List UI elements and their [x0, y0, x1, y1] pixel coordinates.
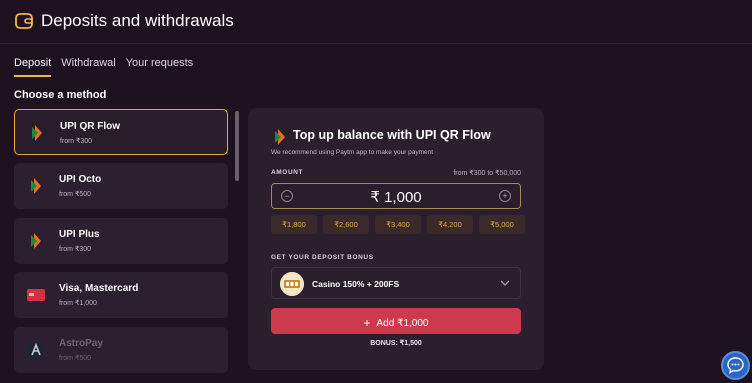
method-list-scrollbar[interactable]: [235, 111, 239, 181]
amount-value[interactable]: ₹ 1,000: [272, 188, 520, 206]
add-button-label: Add ₹1,000: [376, 318, 429, 329]
method-min: from ₹300: [60, 138, 93, 145]
upi-icon: [32, 125, 42, 141]
wallet-icon: [15, 13, 33, 29]
card-icon: [27, 289, 45, 301]
amount-range: from ₹300 to ₹50,000: [453, 170, 521, 177]
method-name: Visa, Mastercard: [59, 283, 139, 294]
chevron-down-icon: [500, 280, 510, 286]
bonus-label: GET YOUR DEPOSIT BONUS: [271, 254, 374, 261]
method-min: from ₹500: [59, 355, 92, 362]
tabs: Deposit Withdrawal Your requests: [14, 57, 193, 77]
bonus-select[interactable]: Casino 150% + 200FS: [271, 267, 521, 299]
method-name: UPI Plus: [59, 229, 100, 240]
page-header: Deposits and withdrawals: [0, 0, 752, 44]
tab-deposit[interactable]: Deposit: [14, 57, 52, 77]
add-funds-button[interactable]: + Add ₹1,000: [271, 308, 521, 334]
chat-icon: [727, 357, 744, 374]
method-min: from ₹500: [59, 191, 92, 198]
panel-title: Top up balance with UPI QR Flow: [293, 128, 491, 142]
panel-subtitle: We recommend using Paytm app to make you…: [271, 149, 434, 156]
preset-amount-button[interactable]: ₹4,200: [427, 215, 473, 234]
plus-icon: +: [363, 316, 371, 330]
astropay-icon: [28, 342, 44, 358]
page-title: Deposits and withdrawals: [41, 11, 234, 30]
preset-amount-button[interactable]: ₹1,800: [271, 215, 317, 234]
preset-amount-button[interactable]: ₹2,600: [323, 215, 369, 234]
amount-presets: ₹1,800 ₹2,600 ₹3,400 ₹4,200 ₹5,000: [271, 215, 525, 234]
upi-icon: [275, 129, 285, 145]
amount-label: AMOUNT: [271, 169, 304, 176]
method-upi-plus[interactable]: UPI Plus from ₹300: [14, 218, 228, 264]
preset-amount-button[interactable]: ₹5,000: [479, 215, 525, 234]
bonus-total: BONUS: ₹1,500: [370, 340, 422, 347]
tab-withdrawal[interactable]: Withdrawal: [61, 57, 115, 77]
upi-icon: [31, 178, 41, 194]
method-list: UPI QR Flow from ₹300 UPI Octo from ₹500…: [14, 109, 228, 383]
increase-amount-button[interactable]: +: [499, 190, 511, 202]
upi-icon: [31, 233, 41, 249]
deposit-panel: Top up balance with UPI QR Flow We recom…: [248, 108, 544, 370]
preset-amount-button[interactable]: ₹3,400: [375, 215, 421, 234]
chat-support-button[interactable]: [721, 351, 750, 380]
method-upi-qr-flow[interactable]: UPI QR Flow from ₹300: [14, 109, 228, 155]
method-name: AstroPay: [59, 338, 103, 349]
bonus-option: Casino 150% + 200FS: [312, 279, 400, 289]
method-visa-mastercard[interactable]: Visa, Mastercard from ₹1,000: [14, 272, 228, 318]
method-min: from ₹1,000: [59, 300, 97, 307]
choose-method-heading: Choose a method: [14, 89, 107, 101]
slot-machine-icon: [280, 272, 304, 296]
amount-input[interactable]: − ₹ 1,000 +: [271, 183, 521, 209]
tab-your-requests[interactable]: Your requests: [126, 57, 193, 77]
method-name: UPI QR Flow: [60, 121, 120, 132]
method-astropay[interactable]: AstroPay from ₹500: [14, 327, 228, 373]
method-upi-octo[interactable]: UPI Octo from ₹500: [14, 163, 228, 209]
method-name: UPI Octo: [59, 174, 102, 185]
method-min: from ₹300: [59, 246, 92, 253]
